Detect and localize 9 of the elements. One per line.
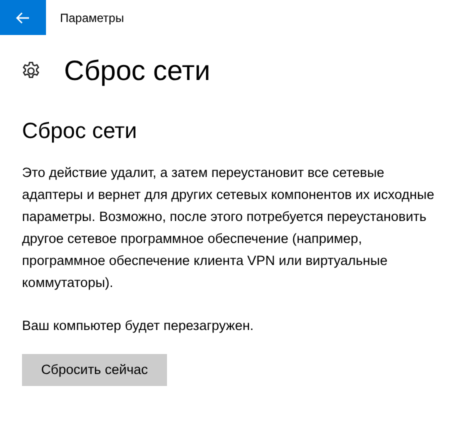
section-title: Сброс сети	[22, 120, 138, 142]
description-text: Это действие удалит, а затем переустановит все сетевые адаптеры и вернет для других сетевых компонентов их исходные параметры. Возможно, после этого потребуется переустановить другое сетевое программное обеспечение (например, программное обеспечение клиента VPN или виртуальные коммутаторы).	[22, 164, 436, 292]
back-arrow-icon	[16, 12, 30, 24]
back-button[interactable]	[0, 0, 46, 35]
restart-note: Ваш компьютер будет перезагружен.	[22, 317, 255, 335]
window-title: Параметры	[60, 10, 124, 26]
settings-icon	[21, 61, 41, 81]
reset-button[interactable]: Сбросить сейчас	[22, 354, 167, 386]
page-title: Сброс сети	[64, 57, 210, 85]
